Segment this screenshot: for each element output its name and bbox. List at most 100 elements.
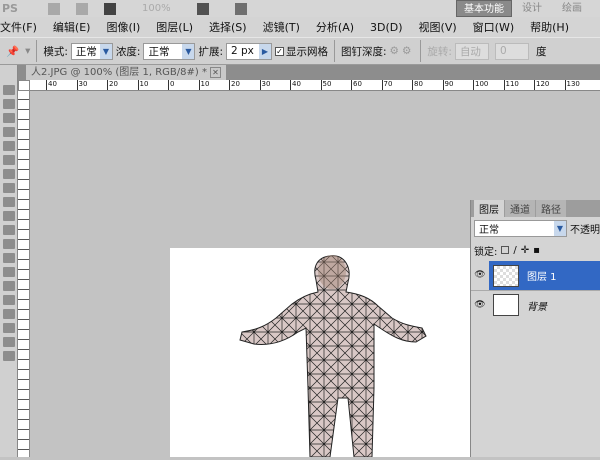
layer-name[interactable]: 图层 1 bbox=[527, 268, 557, 283]
move-tool-icon[interactable] bbox=[3, 85, 15, 95]
blur-tool-icon[interactable] bbox=[3, 253, 15, 263]
blend-row: 正常 ▼ 不透明 bbox=[471, 217, 600, 239]
document-tab[interactable]: 人2.JPG @ 100% (图层 1, RGB/8#) * ✕ bbox=[26, 65, 226, 80]
chevron-down-icon: ▼ bbox=[554, 220, 566, 236]
ruler-tick-label: 20 bbox=[107, 80, 118, 90]
close-icon[interactable]: ✕ bbox=[210, 67, 221, 78]
visibility-eye-icon[interactable]: 👁 bbox=[471, 300, 489, 310]
angle-value: 0 bbox=[499, 45, 507, 57]
head bbox=[318, 255, 346, 289]
brush-tool-icon[interactable] bbox=[3, 183, 15, 193]
expand-input[interactable]: 2 px ▶ bbox=[226, 42, 272, 60]
healing-brush-tool-icon[interactable] bbox=[3, 169, 15, 179]
gradient-tool-icon[interactable] bbox=[3, 239, 15, 249]
workspace-painting[interactable]: 绘画 bbox=[555, 0, 589, 17]
pin-depth-up-icon[interactable]: ⚙ bbox=[390, 45, 399, 57]
eyedropper-tool-icon[interactable] bbox=[3, 155, 15, 165]
expand-label: 扩展: bbox=[198, 45, 223, 58]
visibility-eye-icon[interactable]: 👁 bbox=[471, 261, 489, 290]
menu-help[interactable]: 帮助(H) bbox=[530, 19, 569, 35]
angle-input[interactable]: 0 bbox=[494, 42, 529, 60]
pin-depth-down-icon[interactable]: ⚙ bbox=[402, 45, 411, 57]
blend-mode-value: 正常 bbox=[479, 224, 499, 236]
tab-channels[interactable]: 通道 bbox=[505, 200, 535, 217]
density-select[interactable]: 正常 ▼ bbox=[143, 42, 196, 60]
lock-row: 锁定: / ✛ ▪ bbox=[471, 239, 600, 261]
expand-value: 2 px bbox=[231, 45, 254, 57]
tab-layers[interactable]: 图层 bbox=[474, 200, 504, 217]
view-extras-icon[interactable] bbox=[103, 2, 116, 15]
ruler-origin[interactable] bbox=[18, 80, 30, 91]
ruler-tick-label: 40 bbox=[290, 80, 301, 90]
layer-thumbnail bbox=[493, 294, 519, 316]
3d-rotate-tool-icon[interactable] bbox=[3, 337, 15, 347]
eraser-tool-icon[interactable] bbox=[3, 225, 15, 235]
puppet-warp-figure bbox=[239, 255, 427, 458]
application-bar: PS 100% 基本功能 设计 绘画 bbox=[0, 0, 600, 17]
ruler-tick-label: 0 bbox=[168, 80, 175, 90]
ruler-tick-label: 30 bbox=[259, 80, 271, 90]
horizontal-ruler: 40 30 20 10 0 10 20 30 40 50 60 70 80 90 100 110 120 130 bbox=[30, 80, 600, 91]
type-tool-icon[interactable] bbox=[3, 295, 15, 305]
bridge-icon[interactable] bbox=[47, 2, 60, 15]
chevron-down-icon: ▼ bbox=[99, 43, 112, 59]
screen-mode-icon[interactable] bbox=[234, 2, 247, 15]
rotate-value: 自动 bbox=[459, 45, 481, 58]
quick-select-tool-icon[interactable] bbox=[3, 127, 15, 137]
options-bar: 📌 ▾ 模式: 正常 ▼ 浓度: 正常 ▼ 扩展: 2 px ▶ ✓ 显示网格 图钉深度… bbox=[0, 37, 600, 65]
document-canvas[interactable] bbox=[170, 248, 470, 458]
menu-file[interactable]: 文件(F) bbox=[0, 19, 37, 35]
lock-pixels-icon[interactable]: / bbox=[513, 245, 516, 256]
dodge-tool-icon[interactable] bbox=[3, 267, 15, 277]
layer-row-background[interactable]: 👁 背景 bbox=[471, 290, 600, 319]
mini-bridge-icon[interactable] bbox=[75, 2, 88, 15]
crop-tool-icon[interactable] bbox=[3, 141, 15, 151]
lock-all-icon[interactable]: ▪ bbox=[533, 245, 540, 256]
menu-image[interactable]: 图像(I) bbox=[106, 19, 140, 35]
menu-layer[interactable]: 图层(L) bbox=[156, 19, 193, 35]
clone-stamp-tool-icon[interactable] bbox=[3, 197, 15, 207]
layer-name[interactable]: 背景 bbox=[527, 298, 547, 313]
show-mesh-label: 显示网格 bbox=[286, 45, 328, 58]
layer-thumbnail bbox=[493, 264, 519, 287]
menu-view[interactable]: 视图(V) bbox=[419, 19, 457, 35]
document-title: 人2.JPG @ 100% (图层 1, RGB/8#) * bbox=[31, 67, 207, 78]
ruler-tick-label: 110 bbox=[503, 80, 519, 90]
chevron-down-icon: ▼ bbox=[182, 43, 195, 59]
mode-select[interactable]: 正常 ▼ bbox=[70, 42, 113, 60]
marquee-tool-icon[interactable] bbox=[3, 99, 15, 109]
menu-filter[interactable]: 滤镜(T) bbox=[263, 19, 300, 35]
workspace-essentials[interactable]: 基本功能 bbox=[456, 0, 512, 17]
menu-window[interactable]: 窗口(W) bbox=[473, 19, 514, 35]
menu-edit[interactable]: 编辑(E) bbox=[53, 19, 91, 35]
path-select-tool-icon[interactable] bbox=[3, 309, 15, 319]
lasso-tool-icon[interactable] bbox=[3, 113, 15, 123]
lock-transparency-icon[interactable] bbox=[501, 246, 510, 254]
shape-tool-icon[interactable] bbox=[3, 323, 15, 333]
puppet-pin-icon[interactable]: 📌 bbox=[6, 45, 19, 58]
menu-select[interactable]: 选择(S) bbox=[209, 19, 247, 35]
ruler-tick-label: 80 bbox=[412, 80, 423, 90]
rotate-label: 旋转: bbox=[427, 45, 452, 58]
arrange-documents-icon[interactable] bbox=[196, 2, 209, 15]
pin-depth-label: 图钉深度: bbox=[341, 45, 387, 58]
show-mesh-checkbox[interactable]: ✓ bbox=[275, 46, 284, 56]
ruler-tick-label: 10 bbox=[198, 80, 210, 90]
hand-tool-icon[interactable] bbox=[3, 351, 15, 361]
history-brush-tool-icon[interactable] bbox=[3, 211, 15, 221]
menu-analysis[interactable]: 分析(A) bbox=[316, 19, 354, 35]
ruler-tick-label: 100 bbox=[473, 80, 489, 90]
pen-tool-icon[interactable] bbox=[3, 281, 15, 291]
tab-paths[interactable]: 路径 bbox=[536, 200, 566, 217]
blend-mode-select[interactable]: 正常 ▼ bbox=[474, 219, 567, 237]
workspace-design[interactable]: 设计 bbox=[515, 0, 549, 17]
panel-tabs: 图层 通道 路径 bbox=[471, 200, 600, 217]
rotate-select[interactable]: 自动 bbox=[454, 42, 489, 60]
lock-position-icon[interactable]: ✛ bbox=[521, 245, 529, 256]
zoom-level[interactable]: 100% bbox=[142, 3, 171, 14]
layers-panel: 图层 通道 路径 正常 ▼ 不透明 锁定: / ✛ ▪ 👁 图层 1 👁 背景 bbox=[470, 200, 600, 457]
menu-3d[interactable]: 3D(D) bbox=[370, 21, 403, 34]
ruler-tick-label: 90 bbox=[442, 80, 454, 90]
layer-row-layer1[interactable]: 👁 图层 1 bbox=[471, 261, 600, 290]
opacity-label: 不透明 bbox=[570, 224, 600, 236]
